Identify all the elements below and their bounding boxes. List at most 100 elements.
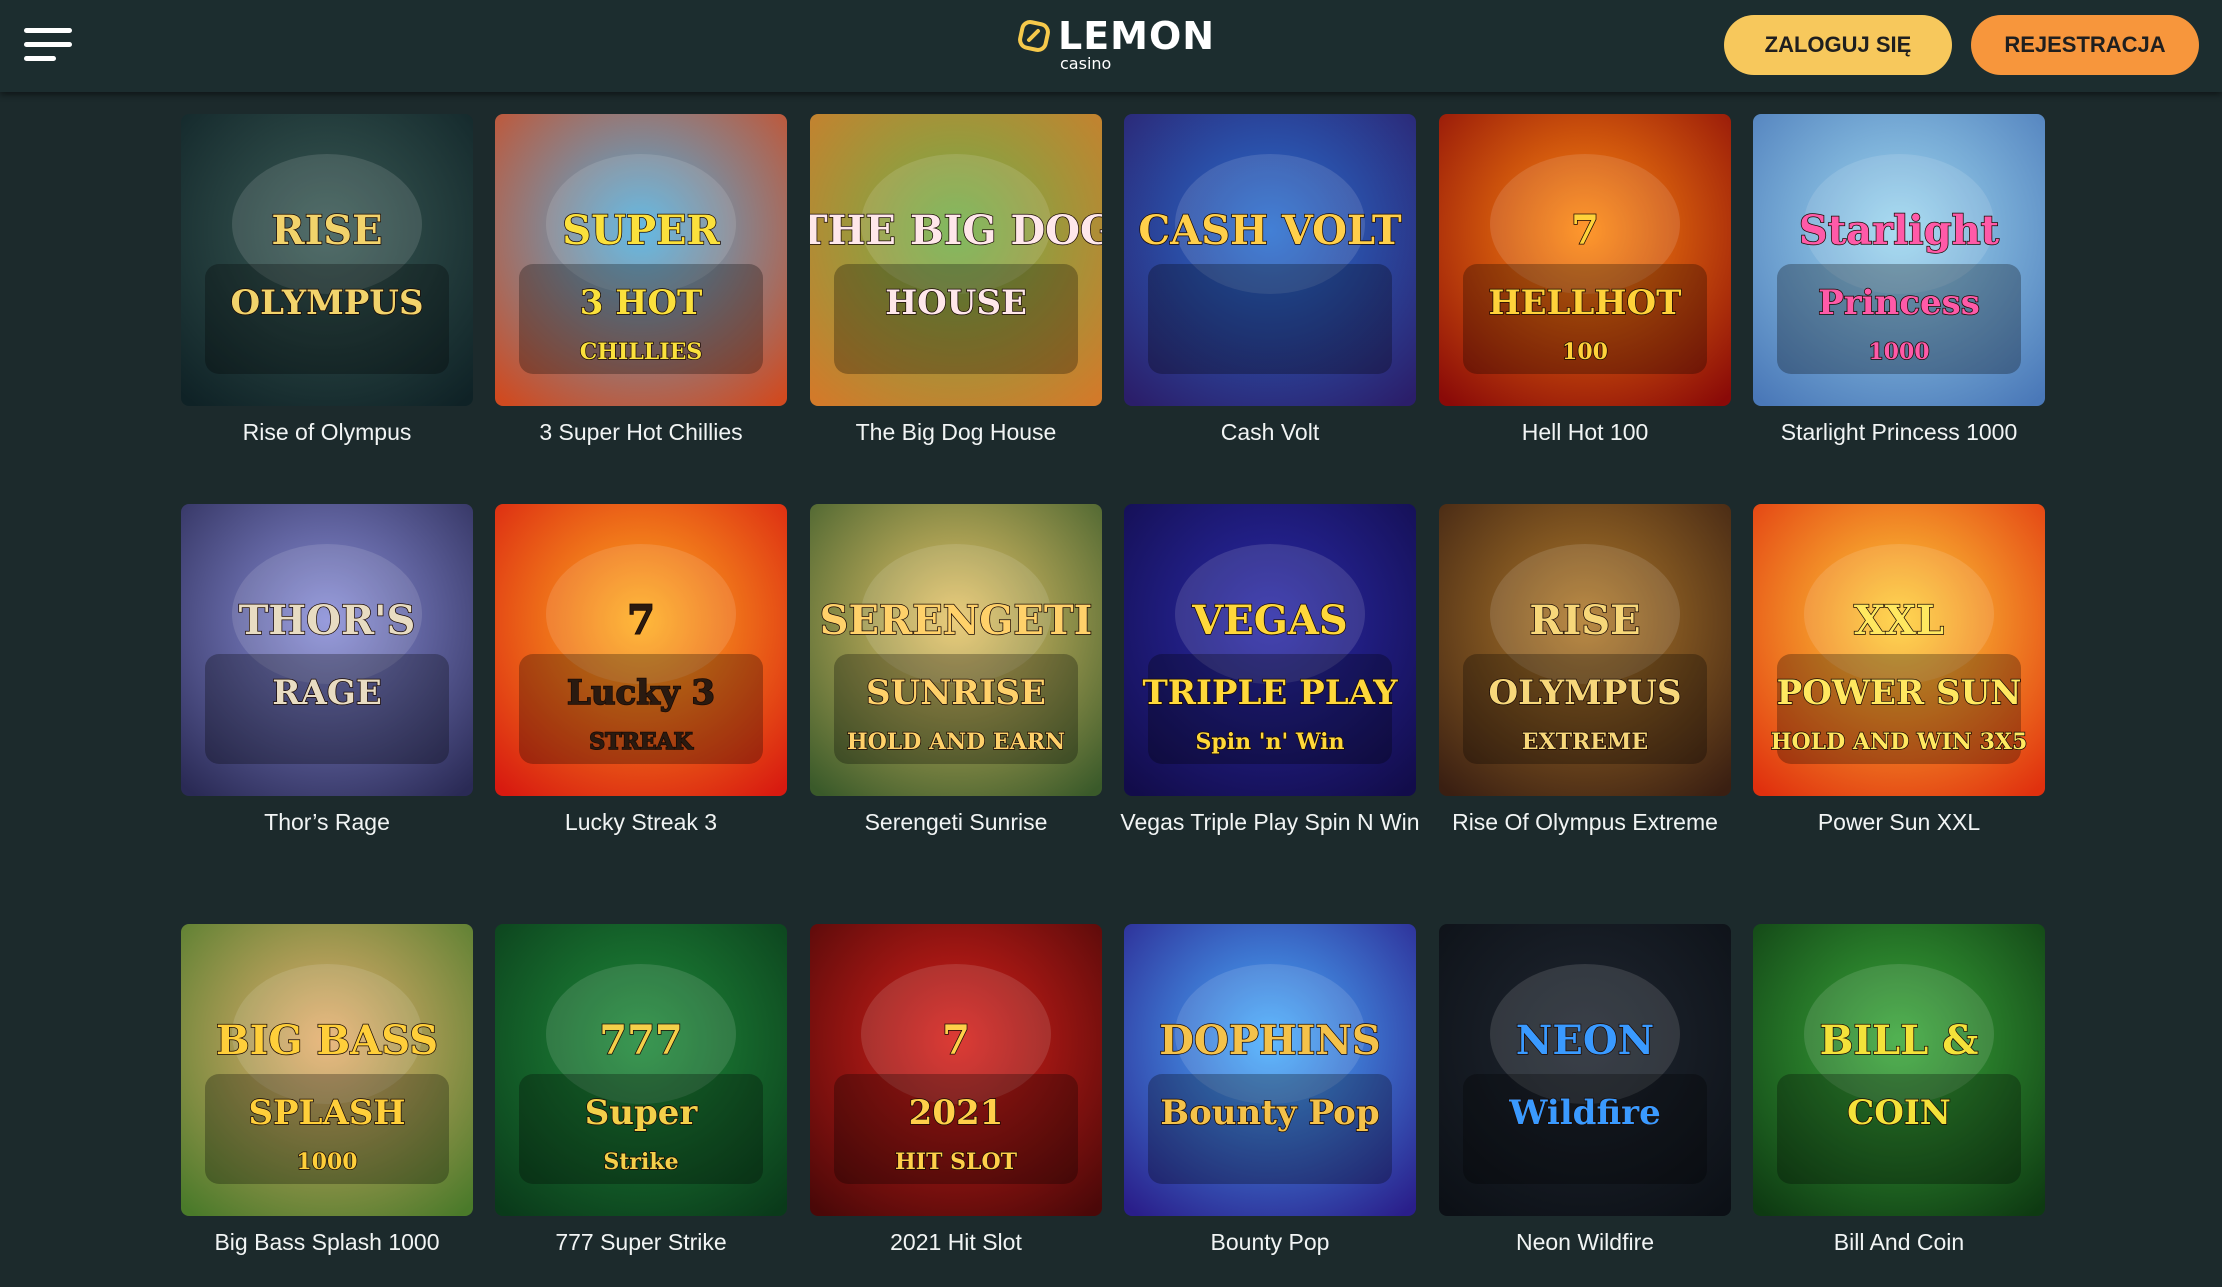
artwork-logo-text: RISE xyxy=(271,207,382,254)
game-thumbnail[interactable]: SERENGETI SUNRISE HOLD AND EARN xyxy=(810,504,1102,796)
game-thumbnail[interactable]: 7 2021 HIT SLOT xyxy=(810,924,1102,1216)
login-button[interactable]: ZALOGUJ SIĘ xyxy=(1724,15,1952,75)
game-card[interactable]: SUPER 3 HOT CHILLIES 3 Super Hot Chillies xyxy=(495,114,787,445)
game-card[interactable]: BIG BASS SPLASH 1000 Big Bass Splash 1000 xyxy=(181,924,473,1255)
game-card[interactable]: BILL & COIN Bill And Coin xyxy=(1753,924,2045,1255)
game-thumbnail[interactable]: DOPHINS Bounty Pop xyxy=(1124,924,1416,1216)
game-card[interactable]: NEON Wildfire Neon Wildfire xyxy=(1439,924,1731,1255)
game-title[interactable]: Cash Volt xyxy=(1104,417,1436,447)
game-title[interactable]: Starlight Princess 1000 xyxy=(1733,417,2065,447)
artwork-logo-text: HIT SLOT xyxy=(895,1149,1018,1175)
game-card[interactable]: Starlight Princess 1000 Starlight Princess … xyxy=(1753,114,2045,445)
game-title[interactable]: Bill And Coin xyxy=(1733,1227,2065,1257)
artwork-logo-text: HELLHOT xyxy=(1489,283,1682,323)
game-title[interactable]: Neon Wildfire xyxy=(1419,1227,1751,1257)
game-artwork: 7 2021 HIT SLOT xyxy=(810,924,1102,1216)
game-thumbnail[interactable]: BILL & COIN xyxy=(1753,924,2045,1216)
game-title[interactable]: 777 Super Strike xyxy=(475,1227,807,1257)
game-card[interactable]: DOPHINS Bounty Pop Bounty Pop xyxy=(1124,924,1416,1255)
game-thumbnail[interactable]: THOR'S RAGE xyxy=(181,504,473,796)
logo-subtitle: casino xyxy=(1060,54,1112,73)
game-title[interactable]: 3 Super Hot Chillies xyxy=(475,417,807,447)
game-title[interactable]: Bounty Pop xyxy=(1104,1227,1436,1257)
game-thumbnail[interactable]: NEON Wildfire xyxy=(1439,924,1731,1216)
game-thumbnail[interactable]: 7 Lucky 3 STREAK xyxy=(495,504,787,796)
game-title[interactable]: Power Sun XXL xyxy=(1733,807,2065,837)
artwork-logo-text: HOLD AND EARN xyxy=(847,729,1065,755)
logo-plate xyxy=(1148,264,1392,374)
artwork-logo-text: Wildfire xyxy=(1508,1093,1660,1133)
artwork-logo-text: 3 HOT xyxy=(580,283,703,323)
artwork-logo-text: 1000 xyxy=(1868,339,1929,365)
game-card[interactable]: 7 HELLHOT 100 Hell Hot 100 xyxy=(1439,114,1731,445)
game-title[interactable]: The Big Dog House xyxy=(790,417,1122,447)
game-artwork: 7 Lucky 3 STREAK xyxy=(495,504,787,796)
game-artwork: CASH VOLT xyxy=(1124,114,1416,406)
game-card[interactable]: RISE OLYMPUS EXTREME Rise Of Olympus Extrem… xyxy=(1439,504,1731,835)
artwork-logo-text: VEGAS xyxy=(1191,597,1348,644)
game-thumbnail[interactable]: 777 Super Strike xyxy=(495,924,787,1216)
game-thumbnail[interactable]: BIG BASS SPLASH 1000 xyxy=(181,924,473,1216)
game-card[interactable]: THOR'S RAGE Thor’s Rage xyxy=(181,504,473,835)
artwork-logo-text: Strike xyxy=(603,1149,678,1175)
game-thumbnail[interactable]: SUPER 3 HOT CHILLIES xyxy=(495,114,787,406)
top-header: LEMON casino ZALOGUJ SIĘ REJESTRACJA xyxy=(0,0,2222,92)
artwork-logo-text: Starlight xyxy=(1799,207,2000,254)
game-artwork: XXL POWER SUN HOLD AND WIN 3X5 xyxy=(1753,504,2045,796)
artwork-logo-text: TRIPLE PLAY xyxy=(1142,673,1398,713)
game-card[interactable]: THE BIG DOG HOUSE The Big Dog House xyxy=(810,114,1102,445)
game-thumbnail[interactable]: THE BIG DOG HOUSE xyxy=(810,114,1102,406)
game-card[interactable]: SERENGETI SUNRISE HOLD AND EARN Serengeti S… xyxy=(810,504,1102,835)
game-title[interactable]: Vegas Triple Play Spin N Win xyxy=(1104,807,1436,837)
game-thumbnail[interactable]: RISE OLYMPUS EXTREME xyxy=(1439,504,1731,796)
game-title[interactable]: Rise of Olympus xyxy=(161,417,493,447)
artwork-logo-text: DOPHINS xyxy=(1159,1017,1381,1064)
register-button[interactable]: REJESTRACJA xyxy=(1971,15,2199,75)
game-artwork: Starlight Princess 1000 xyxy=(1753,114,2045,406)
game-title[interactable]: Lucky Streak 3 xyxy=(475,807,807,837)
artwork-logo-text: SERENGETI xyxy=(820,597,1093,644)
artwork-logo-text: Super xyxy=(585,1093,699,1133)
game-thumbnail[interactable]: CASH VOLT xyxy=(1124,114,1416,406)
artwork-logo-text: OLYMPUS xyxy=(1488,673,1681,713)
game-artwork: RISE OLYMPUS EXTREME xyxy=(1439,504,1731,796)
artwork-logo-text: CASH VOLT xyxy=(1138,207,1402,254)
game-card[interactable]: VEGAS TRIPLE PLAY Spin 'n' Win Vegas Triple… xyxy=(1120,504,1420,835)
game-thumbnail[interactable]: VEGAS TRIPLE PLAY Spin 'n' Win xyxy=(1124,504,1416,796)
artwork-logo-text: NEON xyxy=(1516,1017,1654,1064)
artwork-logo-text: 777 xyxy=(599,1017,683,1064)
game-thumbnail[interactable]: Starlight Princess 1000 xyxy=(1753,114,2045,406)
game-artwork: THOR'S RAGE xyxy=(181,504,473,796)
artwork-logo-text: Princess xyxy=(1818,283,1980,323)
game-card[interactable]: 7 Lucky 3 STREAK Lucky Streak 3 xyxy=(495,504,787,835)
menu-line xyxy=(24,56,56,61)
lemon-logo-icon xyxy=(1018,20,1050,52)
artwork-logo-text: SUPER xyxy=(562,207,720,254)
game-card[interactable]: XXL POWER SUN HOLD AND WIN 3X5 Power Sun XX… xyxy=(1753,504,2045,835)
game-card[interactable]: 777 Super Strike 777 Super Strike xyxy=(495,924,787,1255)
artwork-logo-text: 7 xyxy=(1571,207,1599,254)
game-card[interactable]: CASH VOLT Cash Volt xyxy=(1124,114,1416,445)
game-title[interactable]: Big Bass Splash 1000 xyxy=(161,1227,493,1257)
artwork-logo-text: BIG BASS xyxy=(216,1017,438,1064)
game-artwork: BIG BASS SPLASH 1000 xyxy=(181,924,473,1216)
artwork-logo-text: POWER SUN xyxy=(1777,673,2022,713)
game-title[interactable]: 2021 Hit Slot xyxy=(790,1227,1122,1257)
game-thumbnail[interactable]: XXL POWER SUN HOLD AND WIN 3X5 xyxy=(1753,504,2045,796)
menu-line xyxy=(24,28,72,33)
game-card[interactable]: 7 2021 HIT SLOT 2021 Hit Slot xyxy=(810,924,1102,1255)
hamburger-menu-icon[interactable] xyxy=(24,28,72,64)
game-title[interactable]: Serengeti Sunrise xyxy=(790,807,1122,837)
artwork-logo-text: Bounty Pop xyxy=(1160,1093,1379,1133)
game-title[interactable]: Thor’s Rage xyxy=(161,807,493,837)
game-thumbnail[interactable]: RISE OLYMPUS xyxy=(181,114,473,406)
artwork-logo-text: 7 xyxy=(627,597,655,644)
game-title[interactable]: Rise Of Olympus Extreme xyxy=(1419,807,1751,837)
artwork-logo-text: HOUSE xyxy=(885,283,1027,323)
game-title[interactable]: Hell Hot 100 xyxy=(1419,417,1751,447)
artwork-logo-text: 100 xyxy=(1562,339,1608,365)
game-card[interactable]: RISE OLYMPUS Rise of Olympus xyxy=(181,114,473,445)
game-thumbnail[interactable]: 7 HELLHOT 100 xyxy=(1439,114,1731,406)
lemon-casino-logo[interactable]: LEMON casino xyxy=(1018,14,1214,74)
artwork-logo-text: XXL xyxy=(1854,597,1944,644)
